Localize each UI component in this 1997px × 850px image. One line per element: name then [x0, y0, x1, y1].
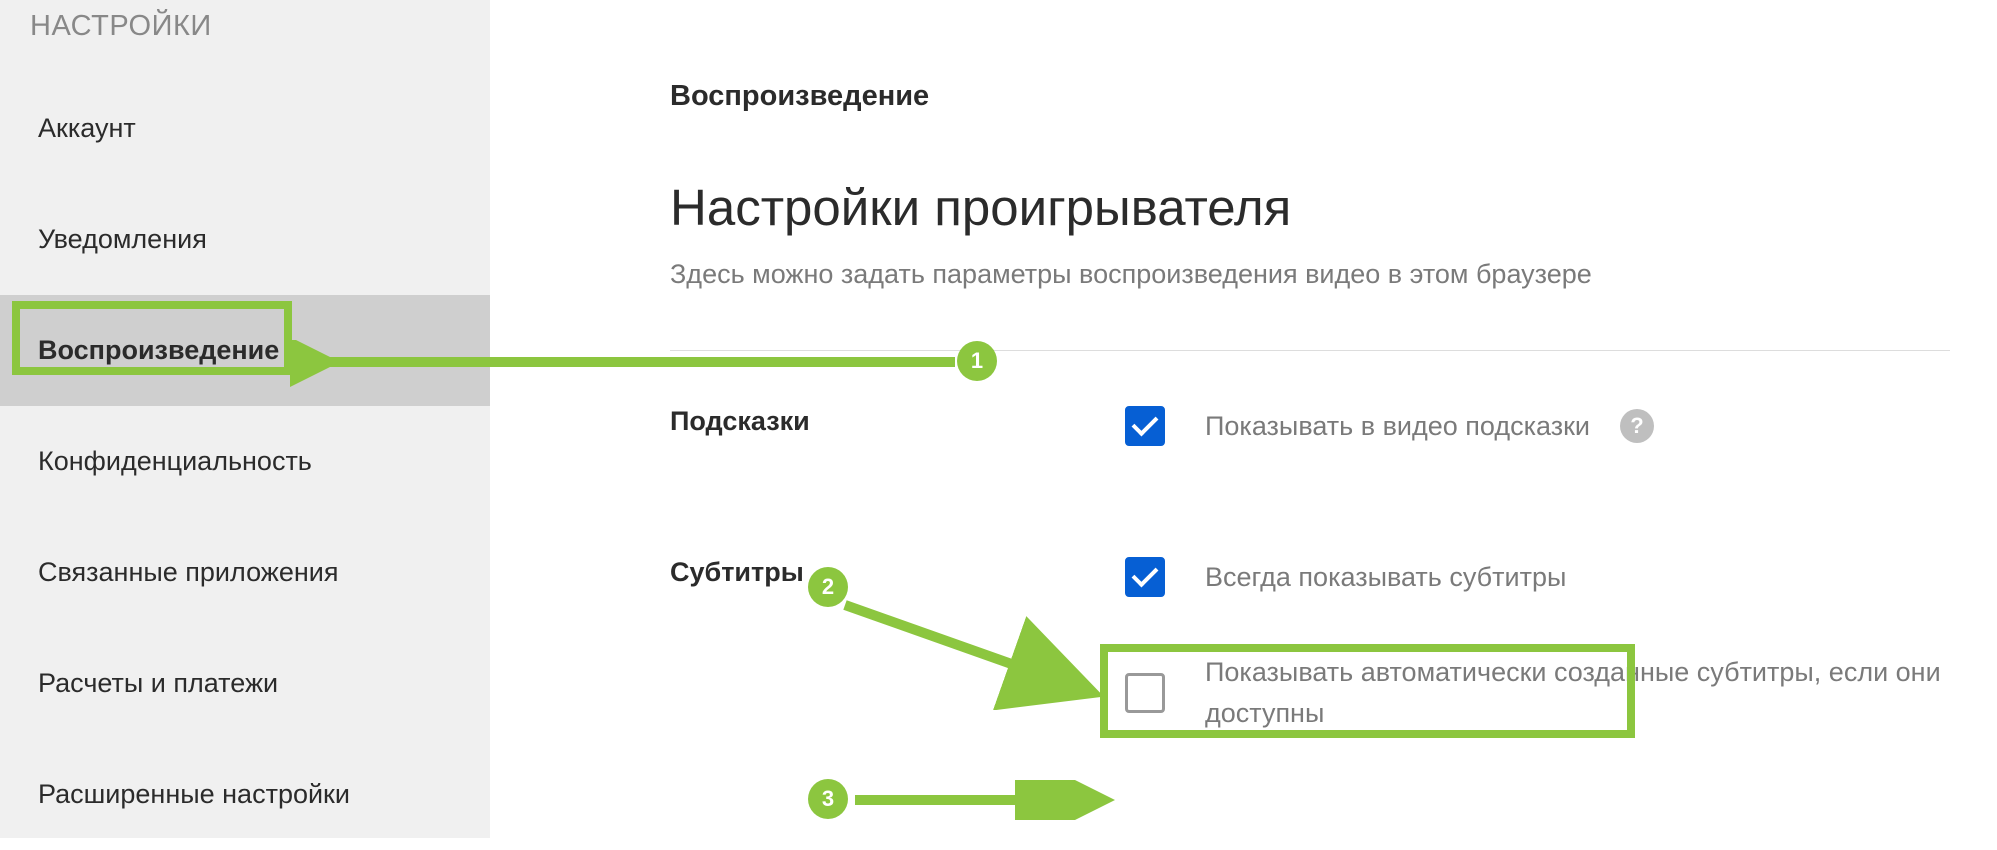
sidebar-item-label: Воспроизведение — [38, 335, 279, 365]
sidebar-item-account[interactable]: Аккаунт — [0, 73, 490, 184]
checkbox-row-always-show-subtitles: Всегда показывать субтитры — [1125, 557, 1997, 598]
checkbox-label-auto-subtitles: Показывать автоматически созданные субти… — [1205, 652, 1997, 733]
sidebar-item-label: Аккаунт — [38, 113, 136, 143]
sidebar-title: НАСТРОЙКИ — [0, 0, 490, 73]
section-subtext: Здесь можно задать параметры воспроизвед… — [670, 259, 1997, 290]
setting-label-subtitles: Субтитры — [670, 557, 1125, 789]
setting-controls-subtitles: Всегда показывать субтитры Показывать ав… — [1125, 557, 1997, 789]
section-heading: Настройки проигрывателя — [670, 178, 1997, 237]
sidebar-item-connected-apps[interactable]: Связанные приложения — [0, 517, 490, 628]
sidebar-item-label: Расчеты и платежи — [38, 668, 278, 698]
sidebar-item-advanced[interactable]: Расширенные настройки — [0, 739, 490, 850]
setting-row-subtitles: Субтитры Всегда показывать субтитры Пока… — [670, 557, 1997, 789]
annotation-step-1: 1 — [957, 341, 997, 381]
checkbox-auto-subtitles[interactable] — [1125, 673, 1165, 713]
setting-controls-hints: Показывать в видео подсказки ? — [1125, 406, 1997, 502]
setting-row-hints: Подсказки Показывать в видео подсказки ? — [670, 406, 1997, 502]
sidebar-item-label: Конфиденциальность — [38, 446, 312, 476]
checkbox-row-show-hints: Показывать в видео подсказки ? — [1125, 406, 1997, 447]
sidebar-item-label: Связанные приложения — [38, 557, 338, 587]
page-title: Воспроизведение — [670, 80, 1997, 113]
divider — [670, 350, 1950, 351]
annotation-step-3: 3 — [808, 779, 848, 819]
checkbox-always-show-subtitles[interactable] — [1125, 557, 1165, 597]
checkbox-row-auto-subtitles: Показывать автоматически созданные субти… — [1125, 652, 1997, 733]
setting-label-hints: Подсказки — [670, 406, 1125, 502]
sidebar-item-notifications[interactable]: Уведомления — [0, 184, 490, 295]
checkbox-show-hints[interactable] — [1125, 406, 1165, 446]
sidebar-item-playback[interactable]: Воспроизведение — [0, 295, 490, 406]
checkbox-label-always-show-subtitles: Всегда показывать субтитры — [1205, 557, 1566, 598]
sidebar-item-billing[interactable]: Расчеты и платежи — [0, 628, 490, 739]
sidebar-item-label: Уведомления — [38, 224, 207, 254]
sidebar-item-privacy[interactable]: Конфиденциальность — [0, 406, 490, 517]
checkbox-label-show-hints: Показывать в видео подсказки — [1205, 406, 1590, 447]
main-content: Воспроизведение Настройки проигрывателя … — [490, 0, 1997, 838]
settings-sidebar: НАСТРОЙКИ Аккаунт Уведомления Воспроизве… — [0, 0, 490, 838]
help-icon[interactable]: ? — [1620, 409, 1654, 443]
annotation-step-2: 2 — [808, 567, 848, 607]
sidebar-item-label: Расширенные настройки — [38, 779, 350, 809]
